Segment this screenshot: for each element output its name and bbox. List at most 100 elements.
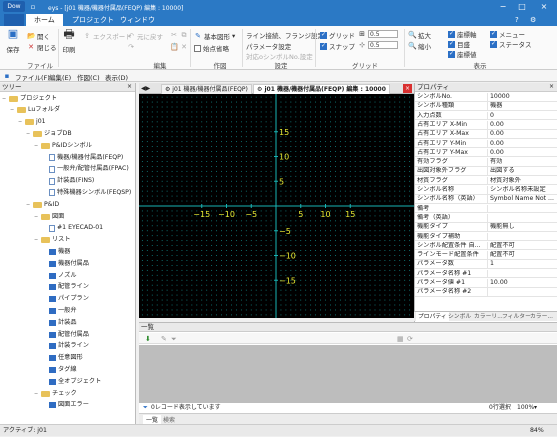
- maximize-button[interactable]: □: [513, 0, 531, 14]
- expander-icon[interactable]: −: [34, 142, 39, 150]
- cut-icon[interactable]: ✂: [170, 31, 178, 39]
- property-row[interactable]: パラメータ名称 #1: [415, 269, 557, 279]
- property-row[interactable]: 備考（英語）: [415, 213, 557, 223]
- property-row[interactable]: パラメータ数 1: [415, 260, 557, 270]
- property-row[interactable]: 占有エリア Y-Max 0.00: [415, 148, 557, 158]
- expander-icon[interactable]: −: [18, 118, 23, 126]
- expander-icon[interactable]: −: [10, 106, 15, 114]
- parameter-button[interactable]: パラメータ設定: [246, 41, 291, 51]
- edit-icon[interactable]: ✎: [161, 335, 167, 343]
- tree-node[interactable]: 配管付属品: [42, 330, 89, 339]
- tree-node[interactable]: 一般弁/配管付属品(FPAC): [42, 165, 129, 174]
- close-button[interactable]: ×: [535, 0, 553, 14]
- start-point-checkbox[interactable]: 始点省略: [194, 43, 229, 53]
- property-row[interactable]: パラメータ値 #1 10.00: [415, 279, 557, 288]
- tree-node[interactable]: タグ線: [42, 365, 77, 374]
- tree-node[interactable]: − Luフォルダ: [10, 106, 60, 115]
- expander-icon[interactable]: −: [26, 201, 31, 209]
- line-connection-button[interactable]: ライン接続、フランジ設定: [246, 30, 324, 40]
- property-row[interactable]: シンボル名称 シンボル名称未設定: [415, 186, 557, 195]
- grid-size-input[interactable]: ⊞ 0.5: [358, 30, 398, 38]
- tree-node[interactable]: − j01: [18, 118, 46, 127]
- ptab-property[interactable]: プロパティ: [416, 312, 449, 322]
- close-file-button[interactable]: ✕ 閉じる: [27, 42, 56, 52]
- tree-node[interactable]: 一般弁: [42, 306, 77, 315]
- app-button[interactable]: Dow: [3, 1, 25, 12]
- expander-icon[interactable]: −: [26, 130, 31, 138]
- property-row[interactable]: ラインモード配置条件 配置不可: [415, 251, 557, 260]
- tab-list[interactable]: 一覧: [143, 415, 162, 424]
- tree-node[interactable]: 計装品: [42, 318, 77, 327]
- expander-icon[interactable]: −: [34, 213, 39, 221]
- help-icon[interactable]: ?: [515, 16, 519, 24]
- export-excel-icon[interactable]: ⬇: [145, 335, 151, 343]
- tree-node[interactable]: 機器/機器付属品(FEQP): [42, 153, 123, 162]
- snap-size-input[interactable]: ⊹ 0.5: [358, 41, 398, 49]
- property-row[interactable]: 材質フラグ 材質対象外: [415, 176, 557, 186]
- print-button[interactable]: 🖶 印刷: [62, 28, 76, 54]
- list-grid[interactable]: [139, 345, 557, 403]
- ptab-filter[interactable]: フィルター: [502, 312, 531, 322]
- redo-icon[interactable]: ↷: [127, 43, 135, 51]
- tree-node[interactable]: − ジョブDB: [26, 129, 72, 138]
- snap-checkbox[interactable]: スナップ: [320, 41, 355, 51]
- column-icon[interactable]: ▦: [397, 335, 404, 343]
- expander-icon[interactable]: −: [2, 95, 7, 103]
- tree-node[interactable]: 機器: [42, 247, 70, 256]
- property-row[interactable]: 有効フラグ 有効: [415, 158, 557, 167]
- doc-tab-1[interactable]: ⚙ j01 機器/機器付属品(FEQP): [161, 84, 252, 94]
- export-button[interactable]: ⇪ エクスポート: [83, 31, 132, 41]
- tree-node[interactable]: 特殊機器シンボル(FEQSP): [42, 188, 131, 197]
- save-icon[interactable]: ▫: [28, 2, 38, 12]
- property-row[interactable]: 占有エリア X-Min 0.00: [415, 120, 557, 130]
- property-row[interactable]: 機能タイプ補助: [415, 232, 557, 242]
- refresh-icon[interactable]: ⟳: [407, 335, 413, 343]
- tree-node[interactable]: − プロジェクト: [2, 94, 57, 103]
- tree-node[interactable]: 図面エラー: [42, 401, 89, 410]
- tree-node[interactable]: パイプラン: [42, 295, 89, 304]
- tree-node[interactable]: 配管ライン: [42, 283, 89, 292]
- menu-edit[interactable]: 編集(E): [49, 72, 71, 82]
- tree-node[interactable]: ノズル: [42, 271, 77, 280]
- ptab-coloring[interactable]: カラーリ...: [474, 312, 503, 322]
- ptab-symbol[interactable]: シンボル: [448, 312, 471, 322]
- ptab-color[interactable]: カラー...: [530, 312, 553, 322]
- property-row[interactable]: 占有エリア X-Max 0.00: [415, 130, 557, 139]
- tab-window[interactable]: ウィンドウ: [112, 14, 163, 26]
- undo-button[interactable]: ↶ 元に戻す: [127, 31, 163, 41]
- tree-node[interactable]: − リスト: [34, 236, 71, 245]
- property-row[interactable]: 機能タイプ 機能無し: [415, 223, 557, 232]
- tree-node[interactable]: 全オブジェクト: [42, 377, 101, 386]
- basic-shape-button[interactable]: ✎ 基本図形 ▾: [194, 31, 235, 41]
- back-grid-checkbox[interactable]: 目盛: [448, 39, 470, 49]
- chevron-down-icon[interactable]: ▾: [534, 403, 537, 413]
- tree-node[interactable]: − P&IDシンボル: [34, 141, 92, 150]
- property-row[interactable]: パラメータ名称 #2: [415, 288, 557, 297]
- settings-icon[interactable]: ⚙: [530, 16, 536, 24]
- menu-draw[interactable]: 作図(C): [77, 72, 100, 82]
- menu-view[interactable]: 表示(D): [105, 72, 128, 82]
- copy-icon[interactable]: ⧉: [180, 31, 188, 39]
- open-button[interactable]: 📂 開く: [27, 31, 50, 41]
- doc-tab-2[interactable]: ⚙ j01 機器/機器付属品(FEQP) 編集 : 10000: [253, 84, 390, 94]
- property-row[interactable]: 占有エリア Y-Min 0.00: [415, 139, 557, 149]
- menu-checkbox[interactable]: メニュー: [490, 29, 525, 39]
- tree-node[interactable]: 計装ライン: [42, 342, 89, 351]
- tree-node[interactable]: 任意図形: [42, 354, 83, 363]
- tab-nav-icon[interactable]: ◀▶: [141, 85, 150, 92]
- expander-icon[interactable]: −: [34, 390, 39, 398]
- delete-icon[interactable]: ✕: [180, 43, 188, 51]
- expander-icon[interactable]: −: [34, 236, 39, 244]
- filter-icon[interactable]: ⏷: [171, 335, 177, 344]
- save-button[interactable]: ▣ 保存: [6, 28, 20, 54]
- drawing-canvas[interactable]: −15 −10 −5 5 10 15 15 10 5 −5 −10 −15: [139, 94, 414, 318]
- property-row[interactable]: シンボル種類 機器: [415, 102, 557, 111]
- tree-node[interactable]: 計装品(FINS): [42, 177, 94, 186]
- tree-node[interactable]: 機器付属品: [42, 259, 89, 268]
- property-row[interactable]: シンボルNo. 10000: [415, 93, 557, 102]
- zoom-in-button[interactable]: 🔍 拡大: [408, 30, 431, 40]
- tree-node[interactable]: − チェック: [34, 389, 77, 398]
- property-row[interactable]: 備考: [415, 204, 557, 214]
- status-checkbox[interactable]: ステータス: [490, 39, 532, 49]
- minimize-button[interactable]: −: [494, 0, 512, 14]
